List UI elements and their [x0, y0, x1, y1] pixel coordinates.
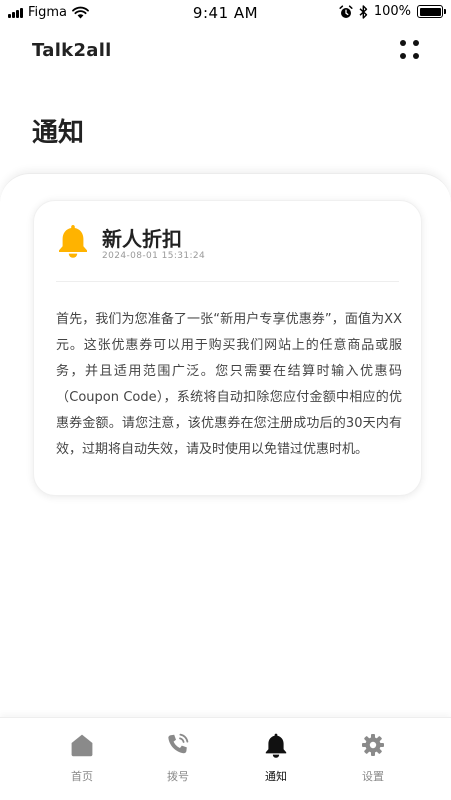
tab-home[interactable]: 首页 [52, 732, 112, 788]
tab-notifications-label: 通知 [265, 770, 287, 783]
tab-home-label: 首页 [71, 770, 93, 783]
page-title: 通知 [32, 118, 85, 148]
gear-icon [362, 734, 384, 756]
card-divider [56, 281, 399, 282]
battery-percent: 100% [373, 4, 411, 19]
tab-dial-label: 拨号 [167, 770, 189, 783]
notification-title: 新人折扣 [102, 227, 182, 251]
app-header: Talk2all [0, 34, 451, 68]
status-bar: Figma 9:41 AM 100% [0, 0, 451, 28]
tab-notifications[interactable]: 通知 [246, 732, 306, 788]
alarm-icon [339, 4, 353, 18]
tab-dial[interactable]: 拨号 [148, 732, 208, 788]
home-icon [71, 734, 93, 757]
app-logo: Talk2all [32, 40, 112, 61]
four-dots-menu-icon[interactable] [399, 39, 421, 61]
bell-icon [265, 733, 287, 758]
phone-dial-icon [168, 733, 189, 754]
notification-card[interactable]: 新人折扣 2024-08-01 15:31:24 首先，我们为您准备了一张“新用… [33, 200, 422, 496]
bottom-tab-bar: 首页 拨号 通知 设置 [0, 717, 451, 800]
notification-time: 2024-08-01 15:31:24 [102, 251, 206, 261]
bluetooth-icon [359, 4, 368, 19]
status-right: 100% [339, 4, 446, 19]
tab-settings[interactable]: 设置 [343, 732, 403, 788]
battery-icon [417, 5, 446, 18]
notification-body: 首先，我们为您准备了一张“新用户专享优惠券”，面值为XX元。这张优惠券可以用于购… [56, 312, 402, 457]
tab-settings-label: 设置 [362, 770, 384, 783]
bell-icon [59, 225, 87, 258]
